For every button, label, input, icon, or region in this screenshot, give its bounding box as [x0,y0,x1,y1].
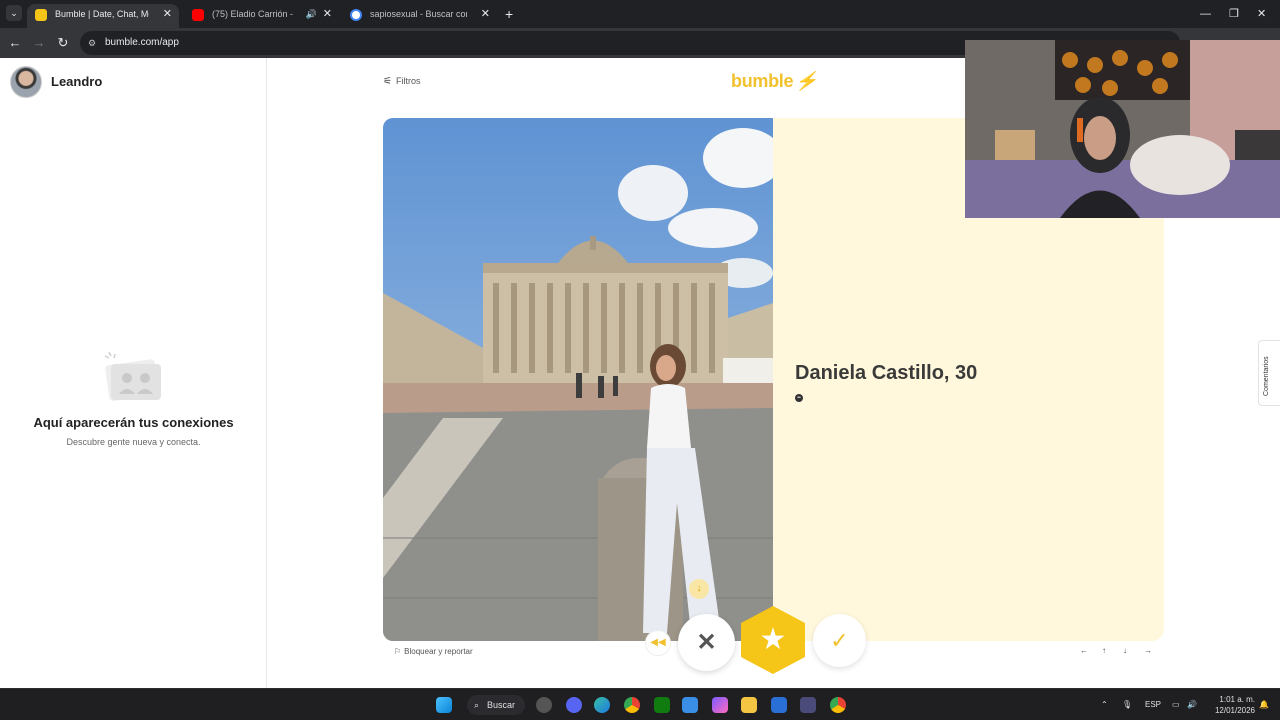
comments-side-tab[interactable]: Comentarios [1258,340,1280,406]
tab-bumble[interactable]: Bumble | Date, Chat, Meet New ✕ [27,4,179,28]
volume-icon[interactable]: 🔊 [1187,697,1197,713]
check-icon: ✓ [830,628,849,653]
youtube-favicon-icon [192,9,204,21]
app-icon[interactable] [536,697,552,713]
star-icon: ★ [759,623,787,656]
bumble-logo[interactable]: bumble ⚡ [731,71,818,92]
shortcut-right-arrow-icon[interactable]: → [1144,646,1152,655]
google-favicon-icon [350,9,362,21]
close-icon: ✕ [696,629,717,656]
chrome-icon[interactable] [624,697,640,713]
profile-badge-icon: •• [795,394,803,402]
flag-icon: ⚐ [394,647,402,656]
scroll-down-arrow-icon[interactable]: ↓ [689,579,709,599]
photos-icon[interactable] [682,697,698,713]
tab-title: Bumble | Date, Chat, Meet New [55,9,149,19]
search-icon: ⌕ [474,700,480,710]
avatar[interactable] [10,66,42,98]
network-icon[interactable]: ▭ [1172,697,1180,713]
notification-bell-icon[interactable]: 🔔 [1259,697,1269,713]
tab-close-icon[interactable]: ✕ [323,4,332,24]
pass-button[interactable]: ✕ [678,614,735,671]
browser-tab-strip: ⌄ Bumble | Date, Chat, Meet New ✕ (75) E… [0,0,1280,28]
window-close-icon[interactable]: ✕ [1257,4,1266,24]
clock-date: 12/01/2026 [1214,706,1255,715]
empty-connections-title: Aquí aparecerán tus conexiones [33,415,234,430]
discord-icon[interactable] [566,697,582,713]
url-text: bumble.com/app [105,37,179,48]
rewind-icon: ◀◀ [650,637,666,648]
user-name[interactable]: Leandro [51,74,102,89]
minimize-icon[interactable]: — [1200,4,1211,24]
connections-sidebar: Leandro Aquí aparecerán tus conexiones D… [0,58,267,688]
edge-icon[interactable] [594,697,610,713]
clock-time: 1:01 a. m. [1219,695,1255,704]
taskbar-search[interactable]: ⌕ Buscar [467,695,525,715]
empty-connections-subtitle: Descubre gente nueva y conecta. [66,437,201,447]
app-icon[interactable] [800,697,816,713]
new-tab-plus-icon[interactable]: + [505,4,513,24]
site-info-icon[interactable]: ⚙ [86,37,98,49]
filters-button[interactable]: ⚟ Filtros [383,76,420,87]
windows-start-icon[interactable] [436,697,452,713]
logo-text: bumble [731,71,794,91]
windows-taskbar: ⌕ Buscar ⌃ 🎙 ESP ▭ 🔊 1:01 a. m. 12/01/202… [0,688,1280,720]
bumble-favicon-icon [35,9,47,21]
tab-google[interactable]: sapiosexual - Buscar con Goog ✕ [342,4,497,28]
reload-icon[interactable]: ↻ [53,33,73,53]
taskbar-search-label: Buscar [487,700,516,710]
shortcut-left-arrow-icon[interactable]: ← [1080,646,1088,655]
profile-photo[interactable] [383,118,773,641]
tab-close-icon[interactable]: ✕ [481,4,490,24]
lightning-icon: ⚡ [795,71,818,91]
tab-title: sapiosexual - Buscar con Goog [370,9,467,19]
xbox-icon[interactable] [654,697,670,713]
tab-title: (75) Eladio Carrión - Fé, Co [212,9,294,19]
undo-button[interactable]: ◀◀ [645,630,671,656]
app-icon[interactable] [771,697,787,713]
shortcut-up-arrow-icon[interactable]: ↑ [1102,646,1106,655]
taskbar-clock[interactable]: 1:01 a. m. 12/01/2026 [1207,694,1255,716]
language-indicator[interactable]: ESP [1145,697,1161,713]
report-label: Bloquear y reportar [404,647,473,656]
tab-youtube[interactable]: (75) Eladio Carrión - Fé, Co 🔊 ✕ [184,4,339,28]
back-arrow-icon[interactable]: ← [5,33,25,53]
tab-close-icon[interactable]: ✕ [163,4,172,24]
like-button[interactable]: ✓ [813,614,866,667]
sliders-icon: ⚟ [383,76,392,87]
comments-label: Comentarios [1263,356,1270,396]
tab-search-icon[interactable]: ⌄ [6,5,22,21]
filters-label: Filtros [395,76,421,86]
shortcut-down-arrow-icon[interactable]: ↓ [1123,646,1127,655]
profile-name-age: Daniela Castillo, 30 [795,362,978,384]
webcam-overlay [965,40,1280,218]
speaker-icon[interactable]: 🔊 [306,4,317,24]
copilot-icon[interactable] [712,697,728,713]
tray-chevron-icon[interactable]: ⌃ [1101,697,1108,713]
chrome-icon[interactable] [830,697,846,713]
forward-arrow-icon[interactable]: → [29,33,49,53]
file-explorer-icon[interactable] [741,697,757,713]
microphone-icon[interactable]: 🎙 [1122,697,1132,713]
restore-icon[interactable]: ❐ [1229,4,1239,24]
block-report-link[interactable]: ⚐ Bloquear y reportar [394,647,473,656]
empty-connections-icon [104,351,161,401]
